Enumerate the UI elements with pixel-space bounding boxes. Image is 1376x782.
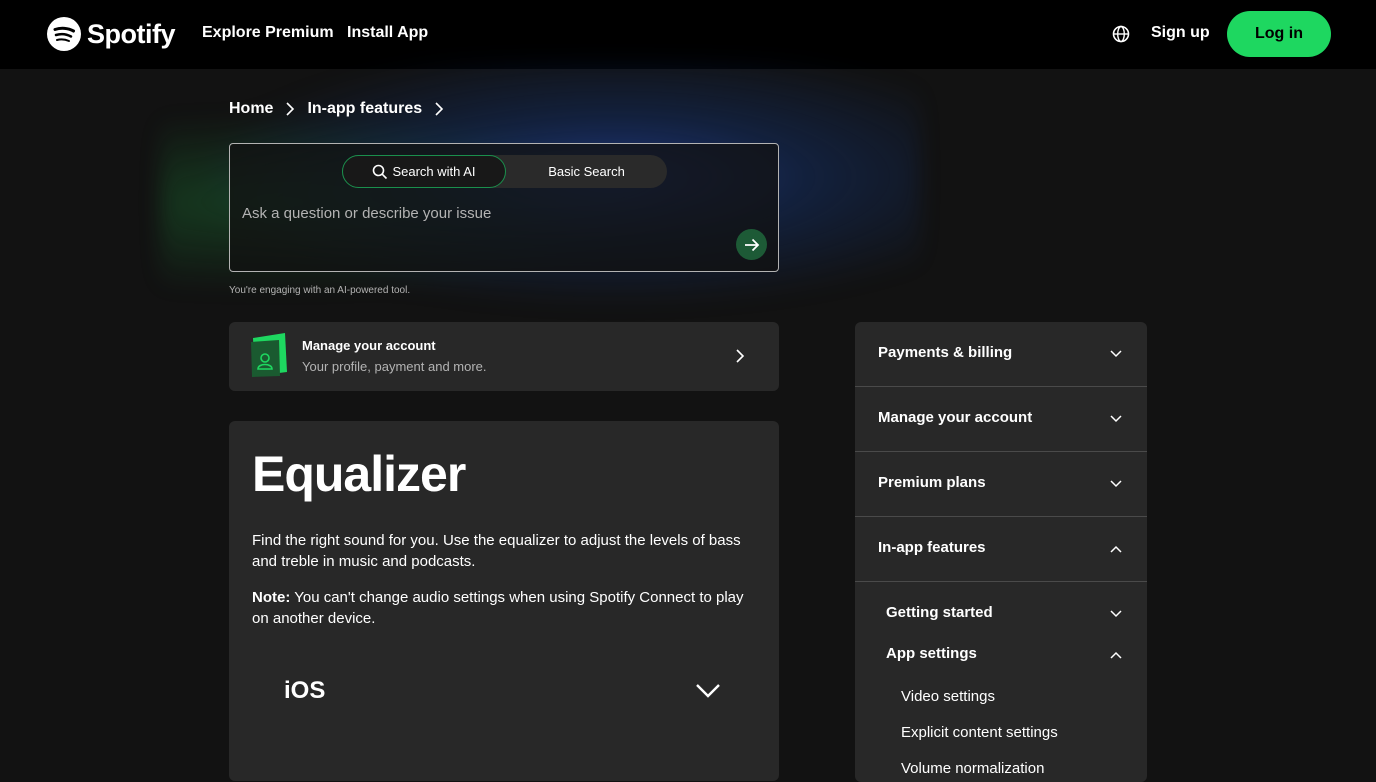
search-input[interactable] — [242, 202, 722, 224]
arrow-right-icon — [744, 238, 759, 251]
nav-install-app[interactable]: Install App — [347, 24, 428, 42]
search-mode-toggle: Search with AI Basic Search — [342, 155, 667, 188]
sidebar-subitem-label: App settings — [886, 645, 977, 662]
chevron-down-icon — [1110, 480, 1122, 488]
chevron-down-icon[interactable] — [695, 683, 721, 699]
note-label: Note: — [252, 589, 291, 606]
help-sidebar: Payments & billing Manage your account P… — [855, 322, 1147, 782]
account-card-title: Manage your account — [302, 338, 436, 353]
article-panel: Equalizer Find the right sound for you. … — [229, 421, 779, 781]
sidebar-item-manage-account[interactable]: Manage your account — [855, 387, 1147, 452]
chevron-up-icon — [1110, 545, 1122, 553]
chevron-right-icon — [435, 102, 444, 116]
sidebar-subitem-getting-started[interactable]: Getting started — [855, 594, 1147, 634]
spotify-logo-icon — [47, 17, 81, 51]
chevron-down-icon — [1110, 610, 1122, 618]
ai-disclaimer: You're engaging with an AI-powered tool. — [229, 285, 411, 296]
note-text: You can't change audio settings when usi… — [252, 589, 744, 627]
search-with-ai-label: Search with AI — [392, 164, 476, 179]
search-with-ai-tab[interactable]: Search with AI — [342, 155, 506, 188]
spotify-logo[interactable]: Spotify — [47, 17, 176, 51]
account-card-icon — [251, 333, 287, 377]
chevron-down-icon — [1110, 415, 1122, 423]
breadcrumb: Home In-app features — [229, 100, 444, 118]
sidebar-item-premium-plans[interactable]: Premium plans — [855, 452, 1147, 517]
article-title: Equalizer — [252, 446, 466, 502]
sidebar-item-label: Premium plans — [878, 474, 986, 491]
article-note: Note: You can't change audio settings wh… — [252, 587, 762, 629]
sidebar-subitem-app-settings[interactable]: App settings — [855, 635, 1147, 675]
search-icon — [373, 164, 388, 179]
log-in-button[interactable]: Log in — [1227, 11, 1331, 57]
account-card-subtitle: Your profile, payment and more. — [302, 359, 487, 374]
sidebar-item-label: Payments & billing — [878, 344, 1013, 361]
chevron-down-icon — [1110, 350, 1122, 358]
top-navigation-bar: Spotify Explore Premium Install App Sign… — [0, 0, 1376, 69]
sidebar-item-in-app-features[interactable]: In-app features — [855, 517, 1147, 582]
chevron-right-icon — [736, 349, 745, 363]
logo-wordmark: Spotify — [87, 18, 176, 49]
sidebar-subitem-label: Getting started — [886, 604, 993, 621]
manage-account-card[interactable]: Manage your account Your profile, paymen… — [229, 322, 779, 391]
globe-icon[interactable] — [1111, 24, 1131, 44]
nav-explore-premium[interactable]: Explore Premium — [202, 24, 334, 42]
search-panel: Search with AI Basic Search — [229, 143, 779, 272]
sidebar-item-label: Manage your account — [878, 409, 1033, 426]
submit-search-button[interactable] — [736, 229, 767, 260]
chevron-up-icon — [1110, 651, 1122, 659]
sidebar-link-volume-normalization[interactable]: Volume normalization — [901, 760, 1044, 777]
basic-search-tab[interactable]: Basic Search — [506, 155, 667, 188]
sidebar-link-explicit-content-settings[interactable]: Explicit content settings — [901, 724, 1058, 741]
breadcrumb-home[interactable]: Home — [229, 100, 273, 118]
sign-up-link[interactable]: Sign up — [1151, 24, 1210, 42]
sidebar-item-payments-billing[interactable]: Payments & billing — [855, 322, 1147, 387]
sidebar-link-video-settings[interactable]: Video settings — [901, 688, 995, 705]
platform-ios-label[interactable]: iOS — [284, 677, 325, 705]
sidebar-item-label: In-app features — [878, 539, 986, 556]
breadcrumb-in-app-features[interactable]: In-app features — [307, 100, 422, 118]
article-intro: Find the right sound for you. Use the eq… — [252, 532, 741, 570]
chevron-right-icon — [286, 102, 295, 116]
